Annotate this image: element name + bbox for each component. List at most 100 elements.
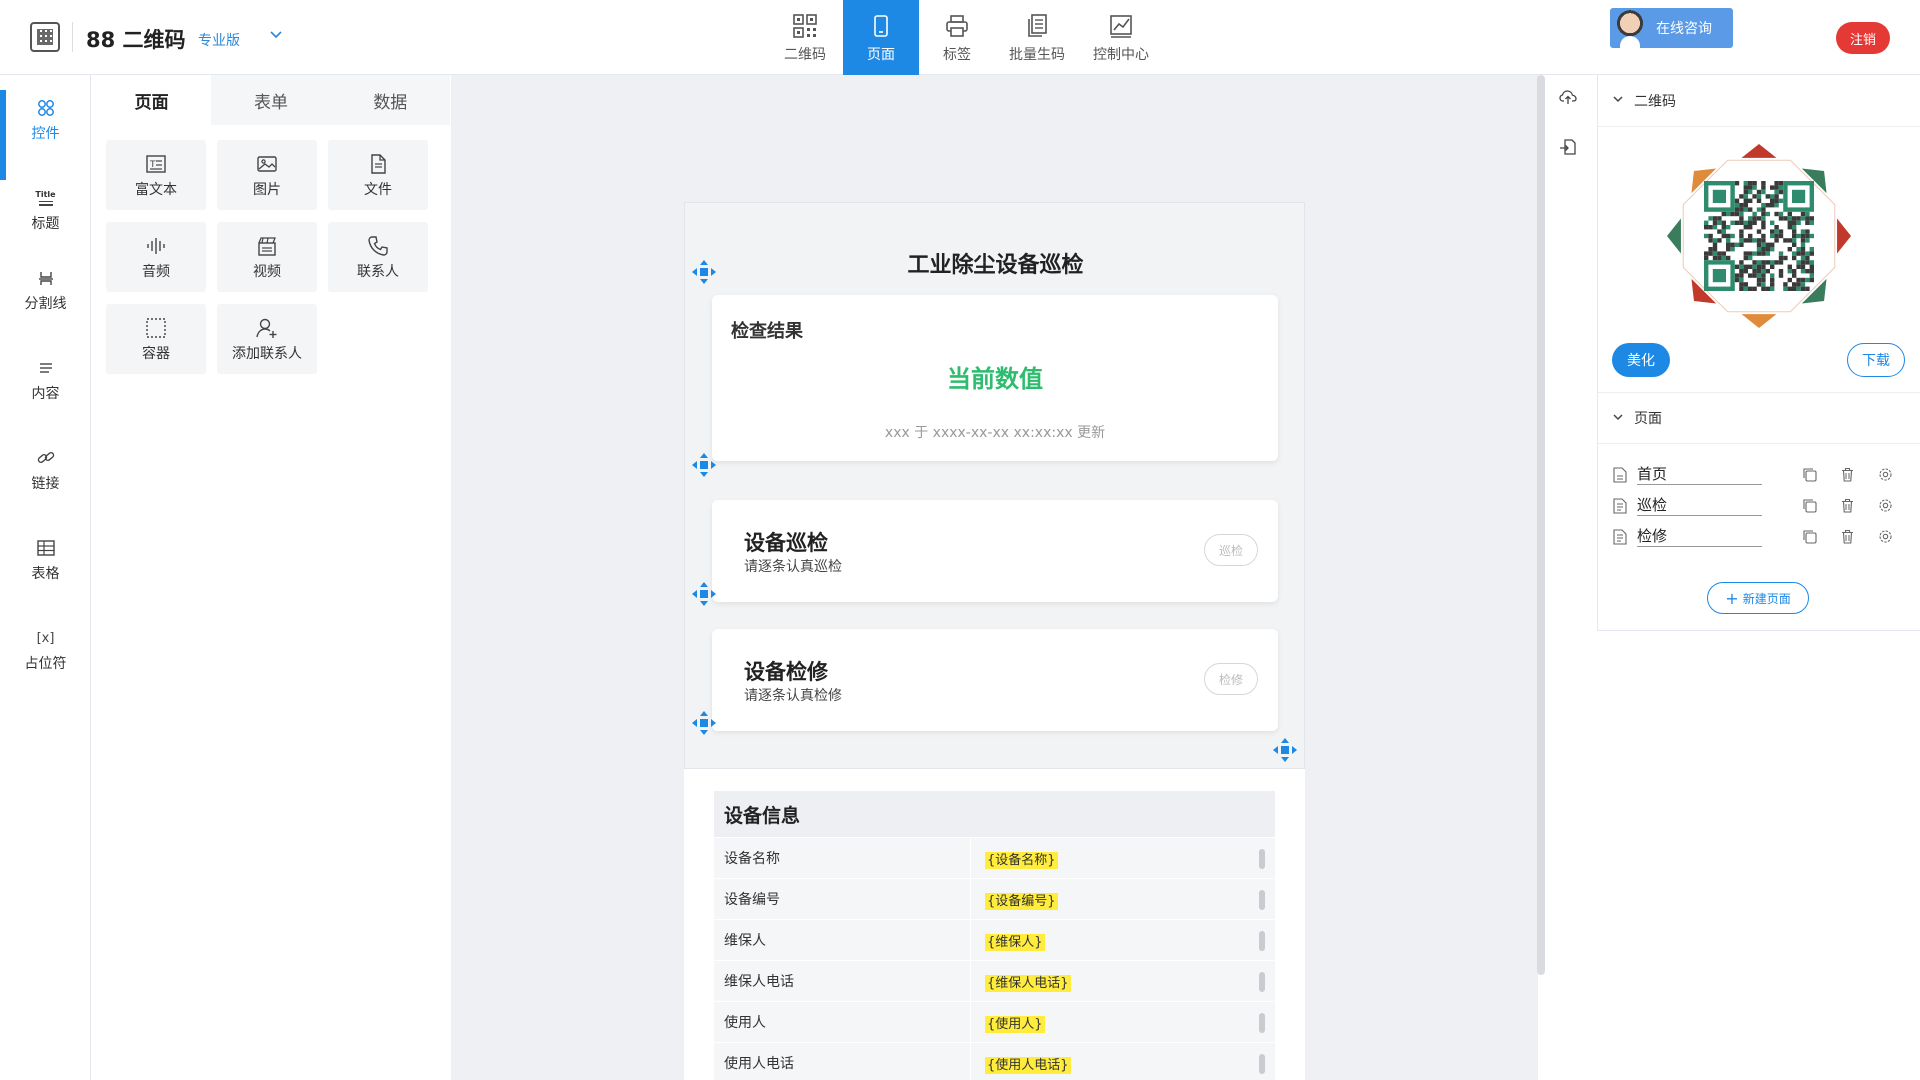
widget-tabs: 页面 表单 数据 [92, 75, 450, 125]
pages-section-header[interactable]: 页面 [1598, 392, 1920, 444]
page-name[interactable]: 检修 [1637, 526, 1762, 547]
rail-item-title[interactable]: Title 标题 [0, 180, 91, 240]
page-actions [1799, 526, 1913, 546]
table-row[interactable]: 设备名称 {设备名称} [714, 837, 1275, 879]
row-drag-handle[interactable] [1259, 1054, 1265, 1074]
nav-page[interactable]: 页面 [843, 0, 919, 75]
task-title: 设备巡检 [744, 531, 828, 555]
widget-video[interactable]: 视频 [217, 222, 317, 292]
table-row[interactable]: 维保人 {维保人} [714, 919, 1275, 961]
move-handle-icon[interactable] [1272, 737, 1298, 763]
gear-icon[interactable] [1875, 495, 1895, 515]
tab-data[interactable]: 数据 [331, 75, 450, 125]
canvas-scrollbar[interactable] [1537, 75, 1545, 975]
new-page-button[interactable]: + 新建页面 [1707, 582, 1809, 614]
placeholder-value: {维保人电话} [985, 974, 1071, 992]
device-info-table[interactable]: 设备信息 设备名称 {设备名称} 设备编号 {设备编号} 维保人 {维保人} 维… [714, 791, 1275, 1080]
trash-icon[interactable] [1837, 464, 1857, 484]
table-row[interactable]: 使用人电话 {使用人电话} [714, 1042, 1275, 1080]
table-icon [35, 537, 57, 559]
gear-icon[interactable] [1875, 526, 1895, 546]
move-handle-icon[interactable] [691, 581, 717, 607]
table-row[interactable]: 维保人电话 {维保人电话} [714, 960, 1275, 1002]
list-item[interactable]: 巡检 [1613, 490, 1913, 521]
rail-item-content[interactable]: 内容 [0, 350, 91, 410]
section-title: 二维码 [1634, 93, 1676, 110]
row-drag-handle[interactable] [1259, 890, 1265, 910]
widget-audio[interactable]: 音频 [106, 222, 206, 292]
brand-name[interactable]: 88 二维码 [86, 24, 186, 54]
logout-button[interactable]: 注销 [1836, 22, 1890, 54]
page-list: 首页 巡检 检修 [1613, 459, 1913, 552]
top-nav: 二维码 页面 标签 批量生码 控制中心 [767, 0, 1163, 75]
widget-file[interactable]: 文件 [328, 140, 428, 210]
page-title[interactable]: 工业除尘设备巡检 [685, 247, 1306, 279]
table-row[interactable]: 使用人 {使用人} [714, 1001, 1275, 1043]
copy-icon[interactable] [1799, 526, 1819, 546]
cloud-upload-icon[interactable] [1556, 85, 1580, 109]
tab-page[interactable]: 页面 [92, 75, 212, 125]
row-drag-handle[interactable] [1259, 1013, 1265, 1033]
download-button[interactable]: 下载 [1847, 343, 1905, 377]
qrcode-icon [791, 12, 819, 40]
tab-form[interactable]: 表单 [211, 75, 330, 125]
copy-icon[interactable] [1799, 495, 1819, 515]
nav-qrcode[interactable]: 二维码 [767, 0, 843, 75]
page-name[interactable]: 首页 [1637, 464, 1762, 485]
online-consult-button[interactable]: 在线咨询 [1610, 8, 1733, 48]
nav-batch[interactable]: 批量生码 [995, 0, 1079, 75]
row-value: {维保人电话} [971, 972, 1071, 992]
qrcode-logo-icon[interactable] [30, 22, 60, 52]
row-key: 设备编号 [714, 878, 971, 920]
row-key: 使用人 [714, 1001, 971, 1043]
list-item[interactable]: 首页 [1613, 459, 1913, 490]
beautify-button[interactable]: 美化 [1612, 343, 1670, 377]
qrcode-preview[interactable] [1664, 141, 1854, 331]
trash-icon[interactable] [1837, 495, 1857, 515]
widget-label: 文件 [364, 181, 392, 198]
inspect-button[interactable]: 巡检 [1204, 534, 1258, 566]
list-item[interactable]: 检修 [1613, 521, 1913, 552]
result-card[interactable]: 检查结果 当前数值 xxx 于 xxxx-xx-xx xx:xx:xx 更新 [712, 295, 1278, 461]
rail-label: 链接 [31, 476, 60, 492]
nav-label[interactable]: 标签 [919, 0, 995, 75]
row-value: {维保人} [971, 931, 1045, 951]
logo-divider [72, 22, 73, 52]
maintenance-card[interactable]: 设备检修 请逐条认真检修 检修 [712, 629, 1278, 731]
rail-item-table[interactable]: 表格 [0, 530, 91, 590]
nav-page-label: 页面 [867, 46, 895, 63]
edition-label[interactable]: 专业版 [198, 30, 240, 50]
row-drag-handle[interactable] [1259, 972, 1265, 992]
qrcode-section-header[interactable]: 二维码 [1598, 75, 1920, 127]
import-icon[interactable] [1556, 135, 1580, 159]
move-handle-icon[interactable] [691, 710, 717, 736]
inspection-card[interactable]: 设备巡检 请逐条认真巡检 巡检 [712, 500, 1278, 602]
rail-item-placeholder[interactable]: [x] 占位符 [0, 620, 91, 680]
title-icon-text: Title [35, 189, 56, 199]
row-drag-handle[interactable] [1259, 849, 1265, 869]
rail-item-link[interactable]: 链接 [0, 440, 91, 500]
page-top-container[interactable]: 工业除尘设备巡检 检查结果 当前数值 xxx 于 xxxx-xx-xx xx:x… [684, 202, 1305, 769]
copy-icon[interactable] [1799, 464, 1819, 484]
trash-icon[interactable] [1837, 526, 1857, 546]
container-icon [144, 316, 168, 340]
rail-label: 标题 [31, 216, 60, 232]
page-name[interactable]: 巡检 [1637, 495, 1762, 516]
nav-control-center[interactable]: 控制中心 [1079, 0, 1163, 75]
chevron-down-icon[interactable] [268, 26, 284, 46]
widget-add-contact[interactable]: 添加联系人 [217, 304, 317, 374]
widget-image[interactable]: 图片 [217, 140, 317, 210]
move-handle-icon[interactable] [691, 452, 717, 478]
gear-icon[interactable] [1875, 464, 1895, 484]
rail-label: 占位符 [24, 656, 67, 672]
rail-item-widgets[interactable]: 控件 [0, 90, 91, 180]
row-drag-handle[interactable] [1259, 931, 1265, 951]
page-preview[interactable]: 工业除尘设备巡检 检查结果 当前数值 xxx 于 xxxx-xx-xx xx:x… [684, 202, 1305, 1080]
table-row[interactable]: 设备编号 {设备编号} [714, 878, 1275, 920]
widget-container[interactable]: 容器 [106, 304, 206, 374]
move-handle-icon[interactable] [691, 259, 717, 285]
rail-item-divider[interactable]: 分割线 [0, 260, 91, 320]
widget-contact[interactable]: 联系人 [328, 222, 428, 292]
widget-richtext[interactable]: T 富文本 [106, 140, 206, 210]
maintain-button[interactable]: 检修 [1204, 663, 1258, 695]
